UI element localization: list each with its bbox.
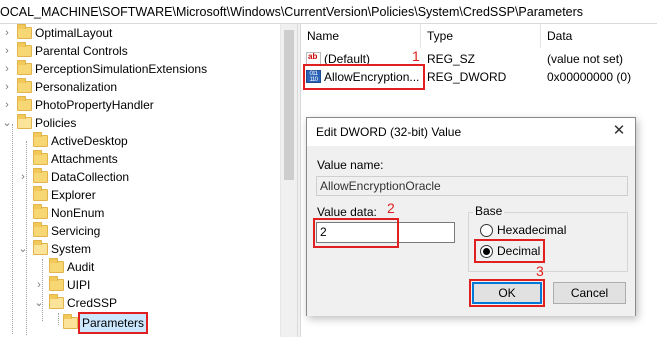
folder-open-icon [63, 314, 78, 329]
tree-item-label: Parental Controls [35, 44, 128, 58]
value-name-field: AllowEncryptionOracle [316, 176, 628, 196]
tree-item-optimallayout[interactable]: › OptimalLayout [0, 24, 280, 42]
folder-icon [33, 222, 48, 237]
tree-item-label: Personalization [35, 80, 118, 94]
address-path: OCAL_MACHINE\SOFTWARE\Microsoft\Windows\… [0, 5, 584, 19]
dialog-title: Edit DWORD (32-bit) Value [307, 118, 635, 146]
value-name-label: Value name: [317, 158, 384, 172]
folder-icon [33, 150, 48, 165]
tree-item-system[interactable]: ⌄ System [0, 240, 280, 258]
tree-item-label: Attachments [51, 152, 118, 166]
chevron-right-icon[interactable]: › [34, 276, 44, 294]
value-type: REG_SZ [427, 52, 476, 66]
tree-item-servicing[interactable]: Servicing [0, 222, 280, 240]
annotation-number: 3 [536, 263, 544, 279]
address-bar[interactable]: OCAL_MACHINE\SOFTWARE\Microsoft\Windows\… [0, 0, 657, 24]
annotation-number: 1 [412, 48, 420, 64]
value-data: 0x00000000 (0) [547, 70, 632, 84]
tree-item-datacollection[interactable]: › DataCollection [0, 168, 280, 186]
tree-item-nonenum[interactable]: NonEnum [0, 204, 280, 222]
chevron-right-icon[interactable]: › [2, 24, 12, 42]
tree-item-label: Audit [67, 260, 95, 274]
annotation-number: 2 [387, 200, 395, 216]
tree-item-audit[interactable]: Audit [0, 258, 280, 276]
folder-icon [17, 60, 32, 75]
dialog-body: Value name: AllowEncryptionOracle Value … [307, 146, 635, 316]
tree-item-perception[interactable]: › PerceptionSimulationExtensions [0, 60, 280, 78]
folder-open-icon [17, 114, 32, 129]
tree-item-parental-controls[interactable]: › Parental Controls [0, 42, 280, 60]
tree-item-label: Servicing [51, 224, 101, 238]
folder-icon [17, 24, 32, 39]
folder-icon [49, 276, 64, 291]
highlight-box [313, 218, 399, 248]
tree-item-credssp[interactable]: ⌄ CredSSP [0, 294, 280, 312]
tree-item-activedesktop[interactable]: ActiveDesktop [0, 132, 280, 150]
highlight-box [469, 279, 545, 307]
tree-item-label: PhotoPropertyHandler [35, 98, 154, 112]
tree-item-policies[interactable]: ⌄ Policies [0, 114, 280, 132]
value-type: REG_DWORD [427, 70, 507, 84]
folder-icon [17, 42, 32, 57]
edit-dword-dialog[interactable]: Edit DWORD (32-bit) Value ✕ Value name: … [306, 117, 636, 316]
folder-icon [17, 96, 32, 111]
tree-item-label: UIPI [67, 278, 91, 292]
tree-scrollbar[interactable] [280, 24, 297, 337]
tree-item-attachments[interactable]: Attachments [0, 150, 280, 168]
close-icon[interactable]: ✕ [612, 123, 626, 138]
scrollbar-thumb[interactable] [284, 30, 294, 180]
folder-icon [33, 204, 48, 219]
chevron-right-icon[interactable]: › [18, 168, 28, 186]
chevron-right-icon[interactable]: › [2, 96, 12, 114]
column-header-data[interactable]: Data [541, 24, 657, 48]
highlight-box [303, 64, 425, 90]
chevron-down-icon[interactable]: ⌄ [34, 294, 44, 312]
tree-item-photopropertyhandler[interactable]: › PhotoPropertyHandler [0, 96, 280, 114]
column-header-type[interactable]: Type [421, 24, 541, 48]
column-header-name[interactable]: Name [301, 24, 421, 48]
folder-icon [33, 132, 48, 147]
folder-open-icon [33, 240, 48, 255]
tree-item-uipi[interactable]: › UIPI [0, 276, 280, 294]
chevron-right-icon[interactable]: › [2, 42, 12, 60]
tree-item-label: Policies [35, 116, 77, 130]
tree-item-label: CredSSP [67, 296, 118, 310]
tree-item-label: OptimalLayout [35, 26, 113, 40]
hexadecimal-radio[interactable] [480, 224, 493, 237]
base-label: Base [473, 204, 505, 218]
hexadecimal-label[interactable]: Hexadecimal [497, 223, 566, 237]
folder-open-icon [49, 294, 64, 309]
tree-item-parameters[interactable]: Parameters [0, 312, 280, 334]
folder-icon [33, 186, 48, 201]
tree-item-label: ActiveDesktop [51, 134, 128, 148]
chevron-down-icon[interactable]: ⌄ [2, 114, 12, 132]
tree-item-personalization[interactable]: › Personalization [0, 78, 280, 96]
chevron-right-icon[interactable]: › [2, 60, 12, 78]
folder-icon [49, 258, 64, 273]
tree-item-label: NonEnum [51, 206, 105, 220]
value-data-label: Value data: [317, 205, 377, 219]
chevron-right-icon[interactable]: › [2, 78, 12, 96]
cancel-button[interactable]: Cancel [553, 282, 626, 304]
value-data: (value not set) [547, 52, 624, 66]
tree-item-explorer[interactable]: Explorer [0, 186, 280, 204]
tree-item-label: Explorer [51, 188, 96, 202]
highlight-box [474, 239, 545, 263]
registry-tree[interactable]: › OptimalLayout › Parental Controls › Pe… [0, 24, 297, 337]
tree-item-label: DataCollection [51, 170, 130, 184]
tree-item-label-selected: Parameters [77, 312, 149, 334]
folder-icon [17, 78, 32, 93]
chevron-down-icon[interactable]: ⌄ [18, 240, 28, 258]
tree-item-label: System [51, 242, 92, 256]
folder-icon [33, 168, 48, 183]
tree-item-label: PerceptionSimulationExtensions [35, 62, 208, 76]
